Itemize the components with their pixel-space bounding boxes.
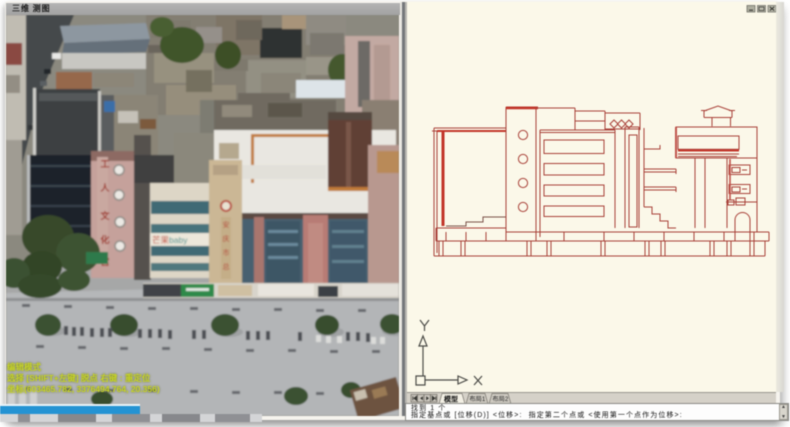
svg-text:布局1: 布局1 (470, 395, 486, 403)
svg-text:布局2: 布局2 (493, 395, 509, 403)
svg-text:安: 安 (223, 220, 230, 229)
svg-text:人: 人 (99, 182, 110, 193)
svg-text:工: 工 (100, 159, 109, 169)
svg-text:总: 总 (223, 262, 230, 271)
svg-text:文: 文 (99, 210, 110, 221)
svg-text:市: 市 (223, 248, 230, 257)
svg-text:庆: 庆 (223, 234, 230, 243)
svg-text:化: 化 (100, 234, 109, 245)
svg-text:芒果baby: 芒果baby (152, 235, 188, 245)
